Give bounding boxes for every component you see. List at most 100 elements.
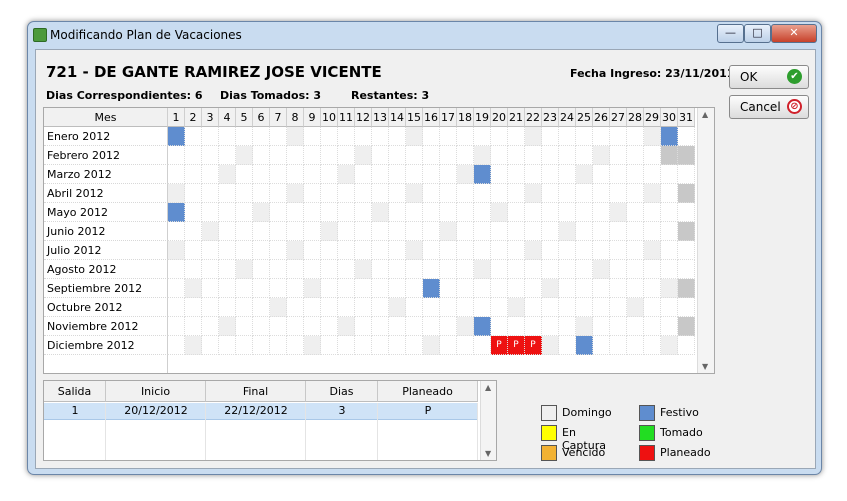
day-cell[interactable] (304, 241, 321, 260)
day-cell[interactable] (610, 203, 627, 222)
day-cell[interactable] (593, 317, 610, 336)
day-cell[interactable] (219, 279, 236, 298)
day-cell[interactable] (661, 317, 678, 336)
day-cell[interactable] (185, 298, 202, 317)
day-cell[interactable] (440, 165, 457, 184)
day-cell[interactable] (202, 298, 219, 317)
day-cell[interactable] (610, 241, 627, 260)
day-cell[interactable] (440, 317, 457, 336)
day-cell[interactable] (678, 317, 695, 336)
day-cell[interactable] (321, 203, 338, 222)
day-cell[interactable] (321, 279, 338, 298)
day-cell[interactable] (304, 127, 321, 146)
day-cell[interactable] (389, 165, 406, 184)
day-cell[interactable] (542, 336, 559, 355)
day-cell[interactable] (406, 222, 423, 241)
day-cell[interactable] (559, 203, 576, 222)
day-cell[interactable] (304, 146, 321, 165)
day-cell[interactable] (491, 165, 508, 184)
day-cell[interactable] (474, 298, 491, 317)
day-cell[interactable] (576, 222, 593, 241)
day-cell[interactable] (542, 241, 559, 260)
day-cell[interactable] (304, 260, 321, 279)
day-cell[interactable] (304, 279, 321, 298)
day-cell[interactable] (491, 127, 508, 146)
day-cell[interactable] (338, 203, 355, 222)
day-cell[interactable] (372, 241, 389, 260)
day-cell[interactable] (576, 165, 593, 184)
day-cell[interactable] (372, 260, 389, 279)
day-cell[interactable] (457, 222, 474, 241)
day-cell[interactable] (491, 222, 508, 241)
day-cell[interactable] (474, 146, 491, 165)
day-cell[interactable] (525, 298, 542, 317)
day-cell[interactable] (593, 222, 610, 241)
day-cell[interactable] (678, 279, 695, 298)
day-cell[interactable] (304, 298, 321, 317)
day-cell[interactable] (270, 317, 287, 336)
day-cell[interactable] (542, 317, 559, 336)
day-cell[interactable] (406, 336, 423, 355)
day-cell[interactable] (236, 222, 253, 241)
day-cell[interactable] (270, 184, 287, 203)
day-cell[interactable] (440, 279, 457, 298)
day-cell[interactable] (236, 336, 253, 355)
day-cell[interactable] (423, 127, 440, 146)
day-cell[interactable] (576, 298, 593, 317)
day-cell[interactable] (338, 165, 355, 184)
day-cell[interactable] (355, 279, 372, 298)
day-cell[interactable] (525, 241, 542, 260)
day-cell[interactable] (610, 336, 627, 355)
day-cell[interactable] (253, 127, 270, 146)
day-cell[interactable] (678, 260, 695, 279)
day-cell[interactable] (576, 336, 593, 355)
day-cell[interactable] (610, 165, 627, 184)
day-cell[interactable] (457, 184, 474, 203)
day-cell[interactable] (644, 260, 661, 279)
day-cell[interactable] (168, 317, 185, 336)
day-cell[interactable] (576, 260, 593, 279)
day-cell[interactable] (372, 127, 389, 146)
day-cell[interactable] (457, 298, 474, 317)
day-cell[interactable] (389, 184, 406, 203)
salidas-table[interactable]: ▲ ▼ Salida Inicio Final Dias Planeado 1 20/12/… (43, 380, 497, 461)
day-cell[interactable] (457, 317, 474, 336)
day-cell[interactable] (627, 279, 644, 298)
day-cell[interactable] (168, 203, 185, 222)
day-cell[interactable] (627, 165, 644, 184)
day-cell[interactable] (202, 222, 219, 241)
day-cell[interactable] (576, 184, 593, 203)
day-cell[interactable] (321, 165, 338, 184)
day-cell[interactable] (219, 336, 236, 355)
day-cell[interactable] (355, 146, 372, 165)
day-cell[interactable] (406, 260, 423, 279)
day-cell[interactable] (661, 241, 678, 260)
day-cell[interactable] (389, 146, 406, 165)
day-cell[interactable] (253, 146, 270, 165)
day-cell[interactable] (219, 260, 236, 279)
day-cell[interactable] (219, 146, 236, 165)
day-cell[interactable] (219, 241, 236, 260)
day-cell[interactable] (525, 146, 542, 165)
day-cell[interactable] (287, 127, 304, 146)
day-cell[interactable] (491, 260, 508, 279)
day-cell[interactable] (542, 279, 559, 298)
day-cell[interactable] (168, 260, 185, 279)
day-cell[interactable] (253, 336, 270, 355)
day-cell[interactable] (440, 222, 457, 241)
day-cell[interactable] (661, 127, 678, 146)
day-cell[interactable] (372, 279, 389, 298)
day-cell[interactable] (355, 203, 372, 222)
day-cell[interactable] (678, 298, 695, 317)
day-cell[interactable] (474, 222, 491, 241)
day-cell[interactable] (593, 298, 610, 317)
day-cell[interactable] (423, 165, 440, 184)
day-cell[interactable] (508, 165, 525, 184)
day-cell[interactable] (559, 317, 576, 336)
day-cell[interactable] (185, 336, 202, 355)
day-cell[interactable] (304, 317, 321, 336)
close-button[interactable]: ✕ (771, 24, 817, 43)
day-cell[interactable] (270, 260, 287, 279)
day-cell[interactable] (423, 184, 440, 203)
day-cell[interactable] (610, 222, 627, 241)
